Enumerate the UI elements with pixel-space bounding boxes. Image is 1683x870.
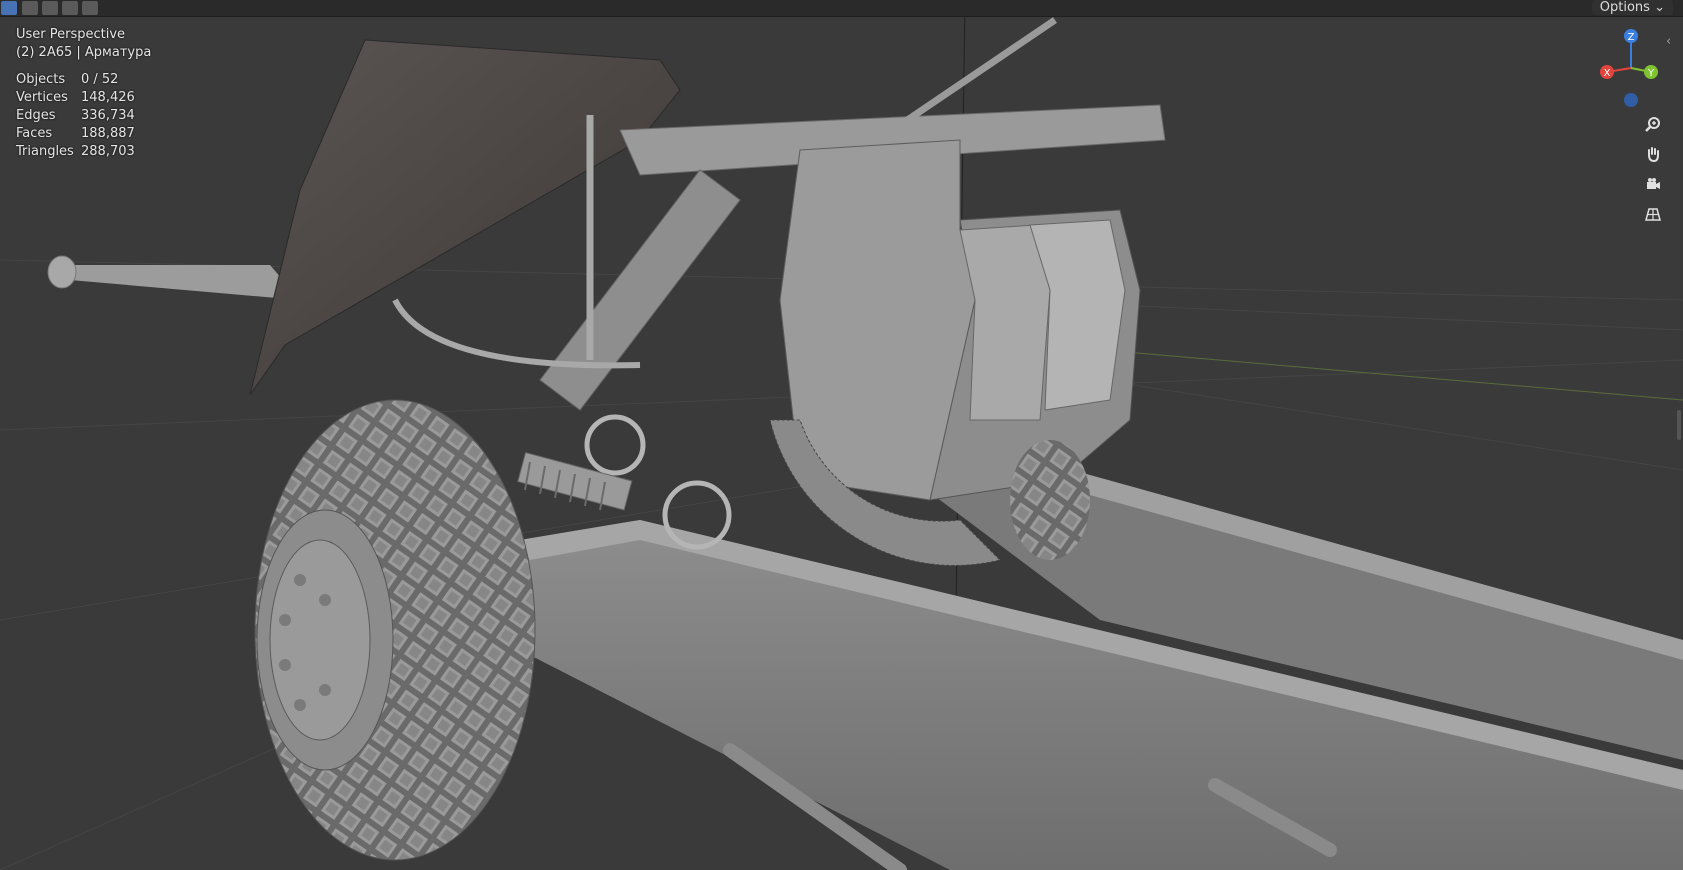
stat-label: Objects — [16, 72, 66, 87]
stat-value: 188,887 — [81, 126, 135, 141]
statistics-table: Objects 0 / 52 Vertices 148,426 Edges 336,7… — [16, 71, 151, 161]
x-axis-label: X — [1604, 68, 1611, 79]
3d-viewport[interactable]: Options ⌄ User Perspective (2) 2A65 | Ар… — [0, 0, 1683, 870]
viewport-header: Options ⌄ — [0, 0, 1683, 17]
select-extend-icon[interactable] — [22, 1, 38, 15]
y-axis-label: Y — [1647, 68, 1655, 79]
pan-hand-icon[interactable] — [1640, 141, 1666, 167]
select-mode-button[interactable] — [1, 1, 17, 15]
navigation-gizmo[interactable]: Z X Y — [1593, 26, 1669, 110]
select-invert-icon[interactable] — [62, 1, 78, 15]
select-intersect-icon[interactable] — [82, 1, 98, 15]
viewport-scrollbar[interactable] — [1677, 410, 1681, 440]
viewport-info-overlay: User Perspective (2) 2A65 | Арматура Obj… — [16, 26, 151, 161]
stat-label: Edges — [16, 108, 56, 123]
stat-label: Vertices — [16, 90, 68, 105]
camera-icon[interactable] — [1640, 171, 1666, 197]
select-subtract-icon[interactable] — [42, 1, 58, 15]
z-axis-label: Z — [1628, 32, 1635, 43]
stat-label: Faces — [16, 126, 53, 141]
neg-z-axis-button[interactable] — [1624, 93, 1638, 107]
stat-value: 336,734 — [81, 108, 135, 123]
sidebar-toggle-icon[interactable]: ‹ — [1666, 34, 1671, 49]
stat-value: 288,703 — [81, 144, 135, 159]
stat-label: Triangles — [16, 144, 74, 159]
chevron-down-icon: ⌄ — [1654, 0, 1665, 15]
grid-icon[interactable] — [1640, 201, 1666, 227]
options-dropdown[interactable]: Options ⌄ — [1591, 0, 1673, 15]
scene-render — [0, 0, 1683, 870]
zoom-icon[interactable] — [1640, 111, 1666, 137]
stat-value: 148,426 — [81, 90, 135, 105]
view-mode-label: User Perspective — [16, 27, 126, 42]
active-object-label: (2) 2A65 | Арматура — [16, 45, 152, 60]
stat-value: 0 / 52 — [81, 72, 119, 87]
